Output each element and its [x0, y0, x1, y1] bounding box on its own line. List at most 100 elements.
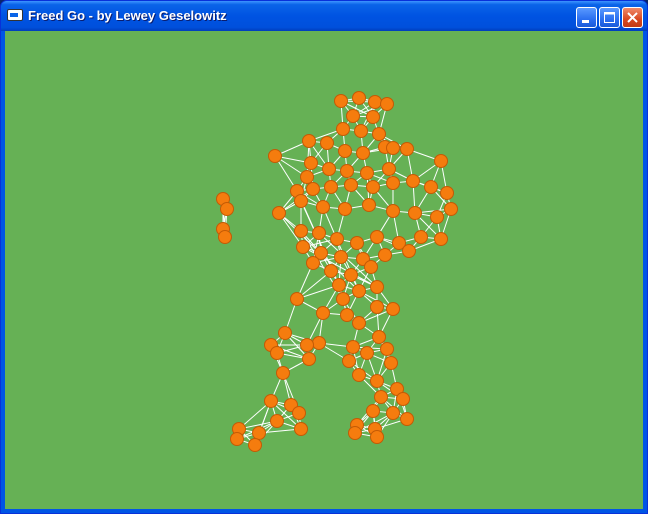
figure-node	[332, 278, 346, 292]
figure-node	[296, 240, 310, 254]
figure-node	[312, 336, 326, 350]
figure-node	[400, 412, 414, 426]
figure-node	[352, 316, 366, 330]
figure-node	[372, 330, 386, 344]
figure-node	[370, 280, 384, 294]
figure-node	[366, 110, 380, 124]
figure-node	[408, 206, 422, 220]
figure-node	[444, 202, 458, 216]
figure-node	[316, 200, 330, 214]
figure-node	[370, 430, 384, 444]
figure-node	[320, 136, 334, 150]
figure-node	[386, 204, 400, 218]
figure-node	[354, 124, 368, 138]
render-viewport[interactable]	[5, 31, 643, 509]
ragdoll-figure[interactable]	[5, 31, 643, 509]
figure-node	[336, 292, 350, 306]
figure-node	[272, 206, 286, 220]
figure-node	[330, 232, 344, 246]
figure-node	[386, 406, 400, 420]
figure-node	[276, 366, 290, 380]
figure-node	[360, 166, 374, 180]
app-window: Freed Go - by Lewey Geselowitz	[0, 0, 648, 514]
maximize-icon	[604, 12, 615, 23]
figure-node	[294, 422, 308, 436]
figure-node	[380, 342, 394, 356]
figure-node	[324, 180, 338, 194]
figure-node	[290, 292, 304, 306]
figure-node	[302, 134, 316, 148]
figure-node	[306, 182, 320, 196]
figure-node	[278, 326, 292, 340]
figure-node	[372, 127, 386, 141]
close-button[interactable]	[622, 7, 643, 28]
figure-node	[338, 144, 352, 158]
figure-node	[368, 95, 382, 109]
title-bar[interactable]: Freed Go - by Lewey Geselowitz	[1, 1, 647, 31]
figure-node	[342, 354, 356, 368]
figure-node	[344, 268, 358, 282]
app-icon[interactable]	[7, 9, 23, 21]
figure-node	[248, 438, 262, 452]
figure-node	[306, 256, 320, 270]
minimize-icon	[582, 20, 589, 23]
figure-node	[402, 244, 416, 258]
figure-node	[366, 404, 380, 418]
figure-node	[264, 394, 278, 408]
figure-node	[218, 230, 232, 244]
figure-node	[434, 154, 448, 168]
figure-node	[386, 302, 400, 316]
figure-node	[384, 356, 398, 370]
figure-node	[430, 210, 444, 224]
figure-node	[406, 174, 420, 188]
figure-node	[270, 414, 284, 428]
figure-node	[316, 306, 330, 320]
figure-node	[352, 368, 366, 382]
figure-node	[356, 146, 370, 160]
figure-node	[292, 406, 306, 420]
figure-node	[414, 230, 428, 244]
figure-node	[364, 260, 378, 274]
figure-node	[386, 141, 400, 155]
figure-node	[386, 176, 400, 190]
figure-node	[382, 162, 396, 176]
figure-node	[346, 109, 360, 123]
close-icon	[627, 12, 638, 23]
figure-node	[362, 198, 376, 212]
figure-node	[370, 374, 384, 388]
figure-node	[338, 202, 352, 216]
figure-node	[252, 426, 266, 440]
figure-node	[220, 202, 234, 216]
figure-node	[366, 180, 380, 194]
figure-node	[360, 346, 374, 360]
figure-node	[230, 432, 244, 446]
figure-node	[300, 338, 314, 352]
figure-node	[440, 186, 454, 200]
figure-node	[370, 300, 384, 314]
figure-node	[400, 142, 414, 156]
figure-node	[340, 308, 354, 322]
figure-node	[270, 346, 284, 360]
figure-node	[370, 230, 384, 244]
figure-node	[302, 352, 316, 366]
minimize-button[interactable]	[576, 7, 597, 28]
figure-nodes	[216, 91, 458, 452]
figure-node	[312, 226, 326, 240]
figure-node	[352, 91, 366, 105]
figure-node	[340, 164, 354, 178]
figure-node	[322, 162, 336, 176]
figure-node	[352, 284, 366, 298]
figure-node	[350, 236, 364, 250]
window-title: Freed Go - by Lewey Geselowitz	[28, 8, 227, 23]
figure-node	[434, 232, 448, 246]
figure-node	[294, 224, 308, 238]
figure-node	[300, 170, 314, 184]
figure-node	[380, 97, 394, 111]
figure-node	[334, 94, 348, 108]
figure-node	[348, 426, 362, 440]
maximize-button[interactable]	[599, 7, 620, 28]
figure-node	[304, 156, 318, 170]
figure-node	[294, 194, 308, 208]
figure-node	[336, 122, 350, 136]
figure-node	[268, 149, 282, 163]
